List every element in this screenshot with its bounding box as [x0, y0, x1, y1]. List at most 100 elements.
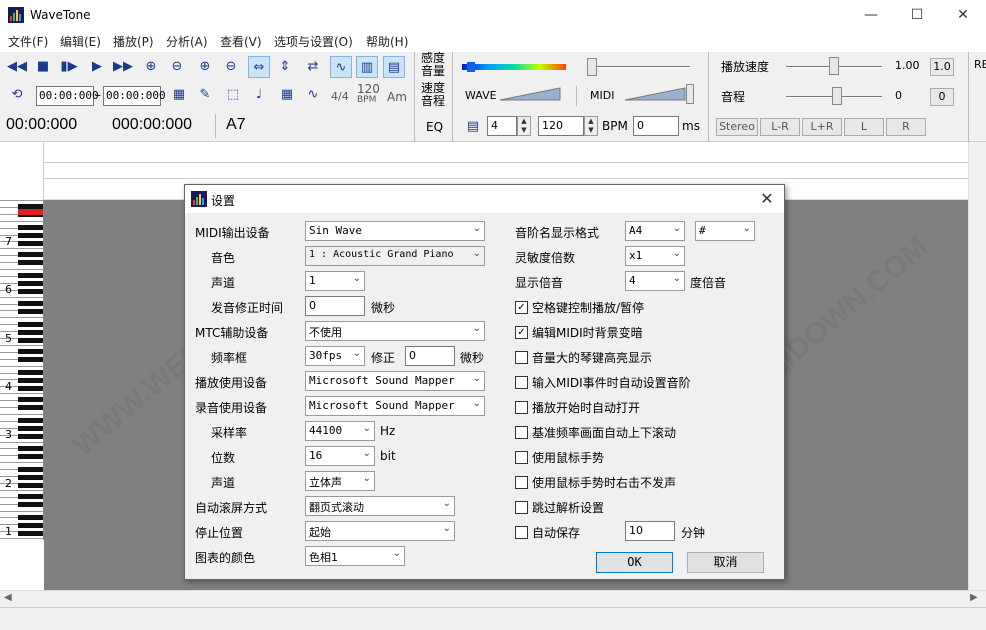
black-key[interactable]	[18, 514, 43, 520]
speed-slider[interactable]	[829, 57, 839, 75]
zoom-in-h-icon[interactable]: ⊕	[140, 56, 162, 78]
time-signature-label[interactable]: 4/4	[331, 90, 349, 103]
autoscroll-select[interactable]: 翻页式滚动 ⌄	[305, 496, 455, 516]
curve-icon[interactable]: ∿	[302, 84, 324, 106]
dialog-close-button[interactable]: ✕	[754, 185, 780, 213]
black-key[interactable]	[18, 426, 43, 432]
rec-channel-select[interactable]: 立体声 ⌄	[305, 471, 375, 491]
menu-view[interactable]: 查看(V)	[220, 33, 262, 50]
menu-options[interactable]: 选项与设置(O)	[274, 33, 353, 50]
checkbox-label[interactable]: 基准频率画面自动上下滚动	[532, 424, 676, 441]
pencil-icon[interactable]: ✎	[194, 84, 216, 106]
note-icon[interactable]: ♩	[248, 84, 270, 106]
black-key[interactable]	[18, 308, 43, 314]
correction-input[interactable]: 0	[305, 296, 365, 316]
checkbox-label[interactable]: 播放开始时自动打开	[532, 399, 640, 416]
black-key[interactable]	[18, 321, 43, 327]
table-icon[interactable]: ▦	[276, 84, 298, 106]
black-key[interactable]	[18, 225, 43, 230]
ok-button[interactable]: OK	[596, 552, 673, 573]
black-key[interactable]	[18, 493, 43, 499]
black-key[interactable]	[18, 260, 43, 266]
vertical-scrollbar[interactable]	[968, 142, 986, 590]
framerate-select[interactable]: 30fps ⌄	[305, 346, 365, 366]
checkbox-7[interactable]	[515, 476, 528, 489]
black-key[interactable]	[18, 241, 43, 246]
checkbox-label[interactable]: 编辑MIDI时背景变暗	[532, 324, 643, 341]
checkbox-label[interactable]: 使用鼠标手势	[532, 449, 604, 466]
black-key[interactable]	[18, 273, 43, 279]
minimize-button[interactable]: —	[848, 0, 894, 30]
scroll-left-icon[interactable]: ◀	[4, 592, 12, 603]
left-channel-button[interactable]: L	[844, 118, 884, 136]
black-key[interactable]	[18, 356, 43, 362]
beat-spinner[interactable]: ▲ ▼	[517, 116, 531, 136]
menu-play[interactable]: 播放(P)	[113, 33, 154, 50]
checkbox-label[interactable]: 跳过解析设置	[532, 499, 604, 516]
black-key[interactable]	[18, 289, 43, 295]
pitch-reset-button[interactable]: 0	[930, 88, 954, 106]
black-key[interactable]	[18, 348, 43, 354]
black-key[interactable]	[18, 405, 43, 411]
record-device-select[interactable]: Microsoft Sound Mapper ⌄	[305, 396, 485, 416]
volume-slider[interactable]	[587, 58, 597, 76]
black-key[interactable]	[18, 501, 43, 507]
mtc-select[interactable]: 不使用 ⌄	[305, 321, 485, 341]
checkbox-6[interactable]	[515, 451, 528, 464]
menu-analyze[interactable]: 分析(A)	[166, 33, 208, 50]
checkbox-label[interactable]: 输入MIDI事件时自动设置音阶	[532, 374, 691, 391]
stop-icon[interactable]: ■	[32, 56, 54, 78]
stereo-button[interactable]: Stereo	[716, 118, 758, 136]
menu-edit[interactable]: 编辑(E)	[60, 33, 101, 50]
pitch-slider[interactable]	[832, 87, 842, 105]
close-button[interactable]: ✕	[940, 0, 986, 30]
grid-icon[interactable]: ▦	[168, 84, 190, 106]
notename-sharp-select[interactable]: # ⌄	[695, 221, 755, 241]
black-key[interactable]	[18, 482, 43, 488]
black-key[interactable]	[18, 453, 43, 459]
black-key[interactable]	[18, 522, 43, 528]
offset-ms-input[interactable]: 0	[633, 116, 679, 136]
checkbox-label[interactable]: 自动保存	[532, 524, 580, 541]
horizontal-scrollbar[interactable]: ◀ ▶	[0, 590, 986, 607]
black-key[interactable]	[18, 252, 43, 258]
eq-label[interactable]: EQ	[426, 120, 443, 134]
book-icon[interactable]: ▤	[383, 56, 405, 78]
cancel-button[interactable]: 取消	[687, 552, 764, 573]
pause-icon[interactable]: ▮▶	[58, 56, 80, 78]
midi-volume-ramp[interactable]	[625, 86, 687, 102]
beat-input[interactable]: 4	[487, 116, 517, 136]
bits-select[interactable]: 16 ⌄	[305, 446, 375, 466]
channel-select[interactable]: 1 ⌄	[305, 271, 365, 291]
scroll-right-icon[interactable]: ▶	[970, 592, 978, 603]
play-icon[interactable]: ▶	[86, 56, 108, 78]
fit-v-icon[interactable]: ⇕	[274, 56, 296, 78]
tone-select[interactable]: 1 : Acoustic Grand Piano ⌄	[305, 246, 485, 266]
black-key[interactable]	[18, 466, 43, 472]
sensitivity-select[interactable]: x1 ⌄	[625, 246, 685, 266]
zoom-in-v-icon[interactable]: ⊕	[194, 56, 216, 78]
beat-grid-icon[interactable]: ▤	[462, 116, 484, 138]
bpm-input[interactable]: 120	[538, 116, 584, 136]
checkbox-0[interactable]: ✓	[515, 301, 528, 314]
spectrum-icon[interactable]: ▥	[356, 56, 378, 78]
fit-h-icon[interactable]: ⇔	[248, 56, 270, 78]
checkbox-label[interactable]: 音量大的琴键高亮显示	[532, 349, 652, 366]
checkbox-label[interactable]: 空格键控制播放/暂停	[532, 299, 644, 316]
black-key[interactable]	[18, 377, 43, 383]
samplerate-select[interactable]: 44100 ⌄	[305, 421, 375, 441]
piano-keyboard[interactable]: 7 6 5 4 3 2 1	[0, 200, 44, 540]
zoom-out-v-icon[interactable]: ⊖	[220, 56, 242, 78]
bpm-spinner[interactable]: ▲ ▼	[584, 116, 598, 136]
notename-format-select[interactable]: A4 ⌄	[625, 221, 685, 241]
speed-reset-button[interactable]: 1.0	[930, 58, 954, 76]
black-key[interactable]	[18, 300, 43, 306]
key-label[interactable]: Am	[387, 90, 407, 104]
black-key[interactable]	[18, 445, 43, 451]
autosave-interval-input[interactable]: 10	[625, 521, 675, 541]
framerate-correction-input[interactable]: 0	[405, 346, 455, 366]
loop-icon[interactable]: ⟲	[6, 84, 28, 106]
chart-color-select[interactable]: 色相1 ⌄	[305, 546, 405, 566]
black-key[interactable]	[18, 385, 43, 391]
checkbox-1[interactable]: ✓	[515, 326, 528, 339]
